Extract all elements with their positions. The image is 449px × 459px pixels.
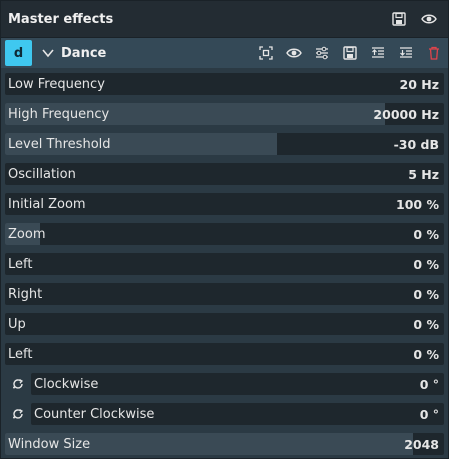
adjust-icon[interactable] — [314, 45, 330, 61]
parameter-slider[interactable]: Zoom 0 % — [5, 223, 444, 245]
parameter-label: Initial Zoom — [8, 196, 86, 212]
parameter-value: 0 % — [413, 346, 439, 362]
parameter-value: 100 % — [396, 196, 439, 212]
move-down-icon[interactable] — [398, 45, 414, 61]
parameter-slider[interactable]: Right 0 % — [5, 283, 444, 305]
parameter-subrow: Clockwise 0 ° — [5, 373, 444, 395]
parameter-slider[interactable]: Level Threshold -30 dB — [5, 133, 444, 155]
panel-title: Master effects — [8, 11, 114, 27]
parameter-label: Zoom — [8, 226, 46, 242]
parameter-label: Level Threshold — [8, 136, 111, 152]
panel-header: Master effects — [1, 1, 448, 38]
parameter-label: Low Frequency — [8, 76, 105, 92]
parameter-slider[interactable]: Counter Clockwise 0 ° — [31, 403, 444, 425]
parameter-slider[interactable]: Low Frequency 20 Hz — [5, 73, 444, 95]
effect-badge: d — [5, 40, 32, 66]
parameter-value: 20000 Hz — [373, 106, 439, 122]
parameter-label: Right — [8, 286, 43, 302]
parameter-value: 2048 — [404, 436, 439, 452]
parameter-slider[interactable]: Window Size 2048 — [5, 433, 444, 455]
parameter-value: 0 % — [413, 286, 439, 302]
parameter-value: 0 % — [413, 316, 439, 332]
chevron-down-icon[interactable] — [41, 46, 55, 60]
parameter-label: Oscillation — [8, 166, 76, 182]
save-icon[interactable] — [391, 11, 407, 27]
rotate-icon — [5, 407, 31, 421]
parameter-slider[interactable]: Oscillation 5 Hz — [5, 163, 444, 185]
parameter-value: 20 Hz — [399, 76, 439, 92]
parameter-slider[interactable]: Clockwise 0 ° — [31, 373, 444, 395]
delete-icon[interactable] — [426, 45, 442, 61]
parameter-value: 0 ° — [419, 406, 439, 422]
eye-icon[interactable] — [421, 11, 437, 27]
parameter-label: Clockwise — [34, 376, 99, 392]
master-effects-panel: Master effects d Dance Low Frequency 20 … — [0, 0, 449, 459]
parameter-slider[interactable]: Initial Zoom 100 % — [5, 193, 444, 215]
save-icon[interactable] — [342, 45, 358, 61]
parameter-label: High Frequency — [8, 106, 110, 122]
parameter-value: 0 % — [413, 226, 439, 242]
parameter-value: 0 ° — [419, 376, 439, 392]
parameter-slider[interactable]: Left 0 % — [5, 253, 444, 275]
parameter-value: -30 dB — [393, 136, 439, 152]
parameter-subrow: Counter Clockwise 0 ° — [5, 403, 444, 425]
effect-header[interactable]: d Dance — [1, 38, 448, 68]
effect-name: Dance — [61, 45, 107, 61]
parameter-value: 5 Hz — [408, 166, 439, 182]
parameter-label: Window Size — [8, 436, 91, 452]
parameter-list: Low Frequency 20 Hz High Frequency 20000 Hz… — [1, 73, 448, 455]
parameter-label: Left — [8, 346, 33, 362]
parameter-slider[interactable]: Up 0 % — [5, 313, 444, 335]
parameter-label: Left — [8, 256, 33, 272]
eye-icon[interactable] — [286, 45, 302, 61]
rotate-icon — [5, 377, 31, 391]
parameter-label: Up — [8, 316, 26, 332]
parameter-slider[interactable]: Left 0 % — [5, 343, 444, 365]
parameter-slider[interactable]: High Frequency 20000 Hz — [5, 103, 444, 125]
parameter-label: Counter Clockwise — [34, 406, 155, 422]
move-up-icon[interactable] — [370, 45, 386, 61]
keyframe-icon[interactable] — [258, 45, 274, 61]
parameter-value: 0 % — [413, 256, 439, 272]
